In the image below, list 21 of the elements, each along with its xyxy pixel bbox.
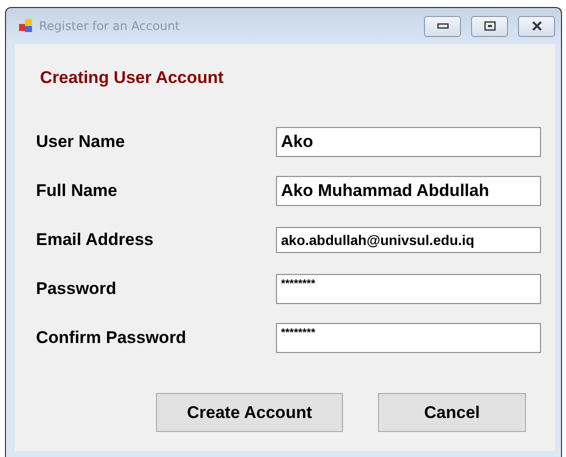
field-label: Confirm Password [35,328,188,348]
input-field[interactable]: Ako [276,127,541,157]
minimize-button[interactable] [424,16,461,36]
window-title: Register for an Account [39,19,181,33]
password-field[interactable]: ******** [276,323,541,353]
input-field[interactable]: ako.abdullah@univsul.edu.iq [276,227,541,253]
field-label: Full Name [35,181,118,201]
close-button[interactable] [518,16,555,36]
field-label: Email Address [35,230,154,250]
close-icon [530,21,542,31]
cancel-button[interactable]: Cancel [378,393,526,432]
minimize-icon [436,23,448,29]
field-label: Password [35,279,118,299]
app-icon [19,19,33,33]
form-heading: Creating User Account [40,68,225,89]
input-field[interactable]: Ako Muhammad Abdullah [276,176,541,206]
password-field[interactable]: ******** [276,274,541,304]
create-account-button[interactable]: Create Account [156,393,343,432]
maximize-icon [484,21,496,31]
field-label: User Name [35,132,126,152]
maximize-button[interactable] [471,16,508,36]
